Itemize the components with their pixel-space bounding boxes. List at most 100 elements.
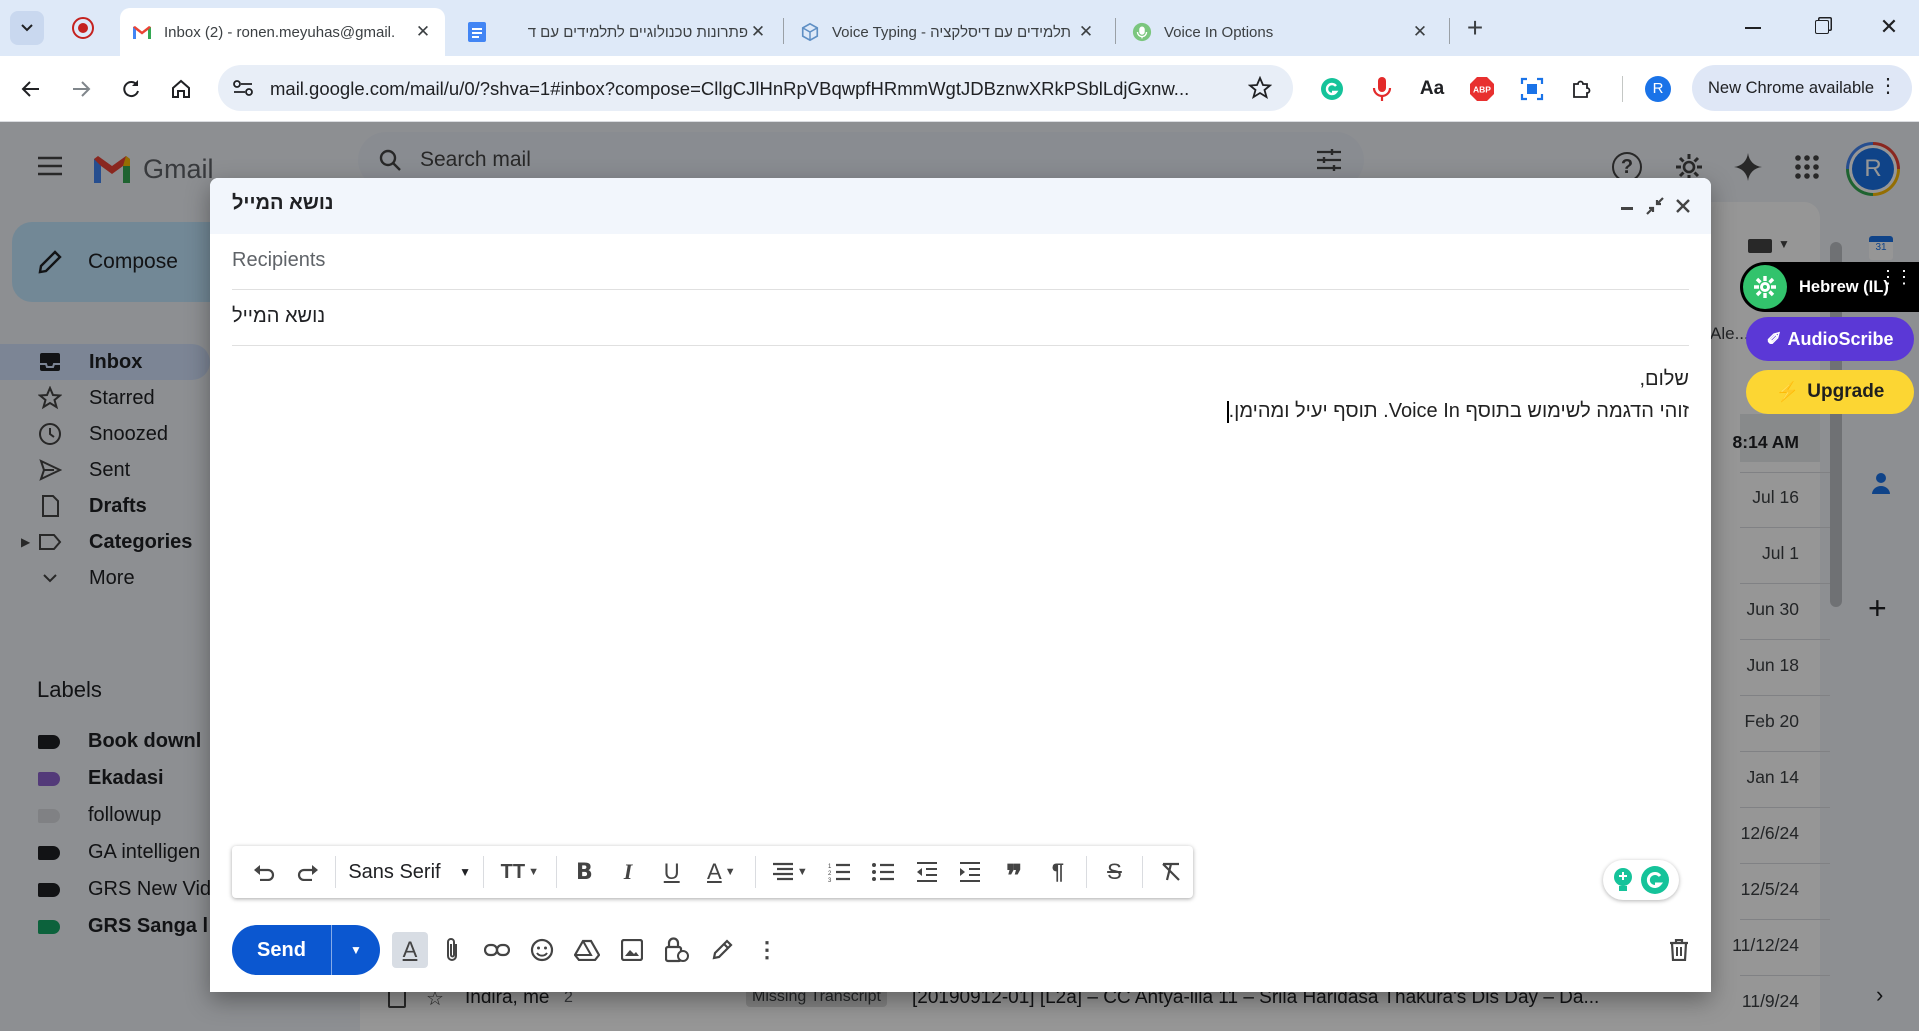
tab-gmail-inbox[interactable]: Inbox (2) - ronen.meyuhas@gmail. ✕ xyxy=(120,8,445,56)
browser-tab-strip: Inbox (2) - ronen.meyuhas@gmail. ✕ פתרונ… xyxy=(0,0,1919,56)
strikethrough-icon: S xyxy=(1107,859,1122,884)
indent-less-button[interactable] xyxy=(911,854,943,890)
restore-window-button[interactable] xyxy=(1815,20,1829,34)
strikethrough-button[interactable]: S xyxy=(1099,854,1131,890)
extensions-puzzle-icon[interactable] xyxy=(1564,71,1600,107)
align-right-icon xyxy=(772,862,793,881)
send-options-button[interactable]: ▼ xyxy=(332,943,380,957)
align-button[interactable]: ▼ xyxy=(768,854,812,890)
insert-emoji-button[interactable] xyxy=(524,932,560,968)
tab-title: Inbox (2) - ronen.meyuhas@gmail. xyxy=(164,23,396,41)
new-chrome-available-button[interactable]: New Chrome available ⋮ xyxy=(1692,65,1912,111)
home-button[interactable] xyxy=(163,71,199,107)
exit-fullscreen-icon[interactable] xyxy=(1646,197,1664,215)
voice-in-gear-icon[interactable] xyxy=(1743,265,1787,309)
close-tab-icon[interactable]: ✕ xyxy=(1076,22,1096,42)
send-button[interactable]: Send ▼ xyxy=(232,925,380,975)
microphone-extension-icon[interactable] xyxy=(1364,71,1400,107)
adblock-extension-icon[interactable]: ABP xyxy=(1464,71,1500,107)
insert-signature-button[interactable] xyxy=(704,932,740,968)
grammarly-icon xyxy=(1641,866,1669,894)
bold-button[interactable]: B xyxy=(569,854,601,890)
redo-button[interactable] xyxy=(292,854,324,890)
record-icon[interactable] xyxy=(72,17,94,39)
tab-docs[interactable]: פתרונות טכנולוגיים לתלמידים עם ד ✕ xyxy=(455,8,780,56)
audioscribe-label: AudioScribe xyxy=(1787,328,1894,349)
docs-icon xyxy=(467,22,487,42)
grammarly-extension-icon[interactable] xyxy=(1314,71,1350,107)
indent-less-icon xyxy=(916,862,937,882)
compose-header[interactable]: נושא המייל xyxy=(210,178,1711,234)
tab-voice-typing[interactable]: Voice Typing - תלמידים עם דיסלקציה ✕ xyxy=(788,8,1108,56)
upgrade-button[interactable]: ⚡ Upgrade xyxy=(1746,370,1914,414)
remove-formatting-icon xyxy=(1162,862,1180,881)
font-select[interactable]: Sans Serif ▼ xyxy=(348,861,471,884)
confidential-mode-button[interactable] xyxy=(659,932,695,968)
drag-handle-icon[interactable]: ⋮⋮ xyxy=(1879,268,1913,286)
font-extension-icon[interactable]: Aa xyxy=(1414,71,1450,107)
close-icon[interactable] xyxy=(1675,198,1691,214)
recipients-field[interactable]: Recipients xyxy=(232,234,1689,290)
close-tab-icon[interactable]: ✕ xyxy=(748,22,768,42)
forward-button[interactable] xyxy=(63,71,99,107)
grammarly-widget[interactable] xyxy=(1603,860,1679,900)
italic-button[interactable]: I xyxy=(612,854,644,890)
profile-avatar-button[interactable]: R xyxy=(1645,76,1671,102)
text-direction-button[interactable]: ¶ xyxy=(1042,854,1074,890)
reload-button[interactable] xyxy=(113,71,149,107)
discard-draft-button[interactable] xyxy=(1661,932,1697,968)
font-size-button[interactable]: TT ▼ xyxy=(496,854,544,890)
tab-title: Voice In Options xyxy=(1164,23,1274,41)
compose-window: נושא המייל Recipients נושא המייל שלום, ז… xyxy=(210,178,1711,992)
bookmark-star-icon[interactable] xyxy=(1248,76,1272,100)
new-chrome-label: New Chrome available xyxy=(1708,78,1874,97)
back-button[interactable] xyxy=(13,71,49,107)
minimize-icon[interactable] xyxy=(1621,207,1633,210)
address-bar[interactable]: mail.google.com/mail/u/0/?shva=1#inbox?c… xyxy=(218,65,1293,111)
language-label: Hebrew (IL) xyxy=(1799,277,1889,296)
dropdown-arrow-icon: ▼ xyxy=(459,865,472,879)
audioscribe-button[interactable]: ✐ AudioScribe xyxy=(1746,317,1914,361)
tab-title: פתרונות טכנולוגיים לתלמידים עם ד xyxy=(527,23,748,41)
formatting-options-button[interactable]: A xyxy=(392,932,428,968)
message-body[interactable]: שלום, זוהי הדגמה לשימוש בתוסף Voice In. … xyxy=(232,363,1689,427)
undo-button[interactable] xyxy=(248,854,280,890)
emoji-icon xyxy=(530,938,554,962)
bulleted-list-button[interactable] xyxy=(867,854,899,890)
underline-icon: U xyxy=(663,859,680,884)
home-icon xyxy=(172,79,190,98)
attach-files-button[interactable] xyxy=(434,932,470,968)
svg-text:ABP: ABP xyxy=(1473,85,1491,95)
language-pill[interactable]: Hebrew (IL) ⋮⋮ xyxy=(1740,262,1919,312)
insert-link-button[interactable] xyxy=(479,932,515,968)
text-color-button[interactable]: A ▼ xyxy=(700,854,744,890)
subject-field[interactable]: נושא המייל xyxy=(232,290,1689,346)
remove-formatting-button[interactable] xyxy=(1155,854,1187,890)
underline-button[interactable]: U xyxy=(656,854,688,890)
lightning-icon: ⚡ xyxy=(1775,382,1800,403)
site-settings-icon[interactable] xyxy=(232,78,254,98)
text-size-icon: TT xyxy=(500,860,526,883)
quote-button[interactable]: ❞ xyxy=(998,854,1030,892)
bold-icon: B xyxy=(575,859,593,885)
url-text[interactable]: mail.google.com/mail/u/0/?shva=1#inbox?c… xyxy=(270,78,1210,100)
screenshot-extension-icon[interactable] xyxy=(1514,71,1550,107)
minimize-window-button[interactable] xyxy=(1745,27,1761,29)
insert-drive-button[interactable] xyxy=(569,932,605,968)
more-vert-icon: ⋮ xyxy=(756,937,778,962)
indent-more-button[interactable] xyxy=(955,854,987,890)
italic-icon: I xyxy=(623,859,633,884)
more-options-button[interactable]: ⋮ xyxy=(749,932,785,968)
close-tab-icon[interactable]: ✕ xyxy=(413,22,433,42)
tab-title: Voice Typing - תלמידים עם דיסלקציה xyxy=(832,23,1072,41)
tab-search-button[interactable] xyxy=(10,11,44,45)
numbered-list-button[interactable]: 123 xyxy=(824,854,856,890)
gmail-icon xyxy=(132,22,152,42)
svg-text:3: 3 xyxy=(828,878,832,882)
insert-photo-button[interactable] xyxy=(614,932,650,968)
close-window-button[interactable]: ✕ xyxy=(1876,14,1902,40)
tab-voice-in-options[interactable]: Voice In Options ✕ xyxy=(1120,8,1442,56)
body-line: שלום, xyxy=(1639,368,1689,390)
close-tab-icon[interactable]: ✕ xyxy=(1410,22,1430,42)
new-tab-button[interactable]: + xyxy=(1460,14,1490,44)
